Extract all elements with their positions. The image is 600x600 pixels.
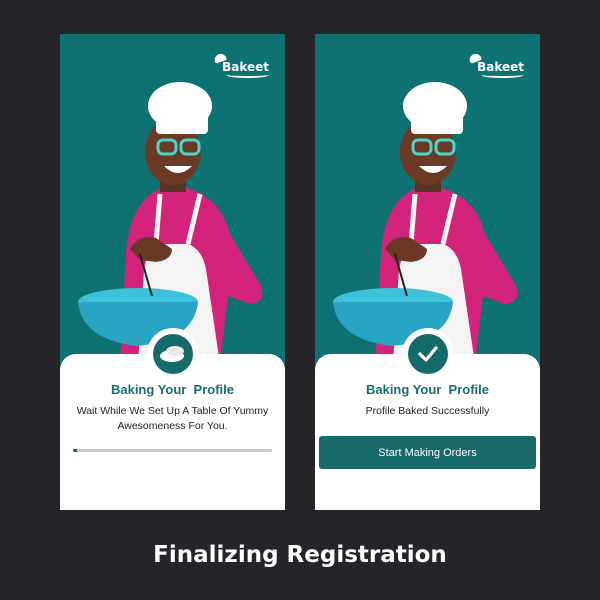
status-badge bbox=[401, 328, 454, 380]
profile-baking-screen: Bakeet Baking Your Profile Wait While We… bbox=[60, 34, 285, 510]
profile-baked-screen: Bakeet Baking Your Profile Profile Baked… bbox=[315, 34, 540, 510]
status-card: Baking Your Profile Profile Baked Succes… bbox=[315, 328, 540, 510]
chef-illustration bbox=[333, 82, 518, 364]
status-card: Baking Your Profile Wait While We Set Up… bbox=[60, 328, 285, 510]
card-title: Baking Your Profile bbox=[365, 382, 490, 397]
card-title: Baking Your Profile bbox=[110, 382, 235, 397]
page-caption: Finalizing Registration bbox=[153, 542, 447, 568]
start-making-orders-button[interactable]: Start Making Orders bbox=[319, 436, 536, 469]
logo-swoosh bbox=[481, 72, 524, 78]
progress-bar bbox=[73, 449, 272, 452]
bakeet-logo: Bakeet bbox=[468, 52, 524, 78]
card-message: Profile Baked Successfully bbox=[365, 405, 490, 417]
bakeet-logo: Bakeet bbox=[213, 52, 269, 78]
dough-icon bbox=[152, 334, 193, 374]
logo-swoosh bbox=[226, 72, 269, 78]
progress-fill bbox=[73, 449, 77, 452]
check-icon bbox=[407, 334, 448, 374]
chef-illustration bbox=[78, 82, 263, 364]
card-message: Wait While We Set Up A Table Of Yummy Aw… bbox=[76, 405, 269, 432]
status-badge bbox=[146, 328, 199, 380]
